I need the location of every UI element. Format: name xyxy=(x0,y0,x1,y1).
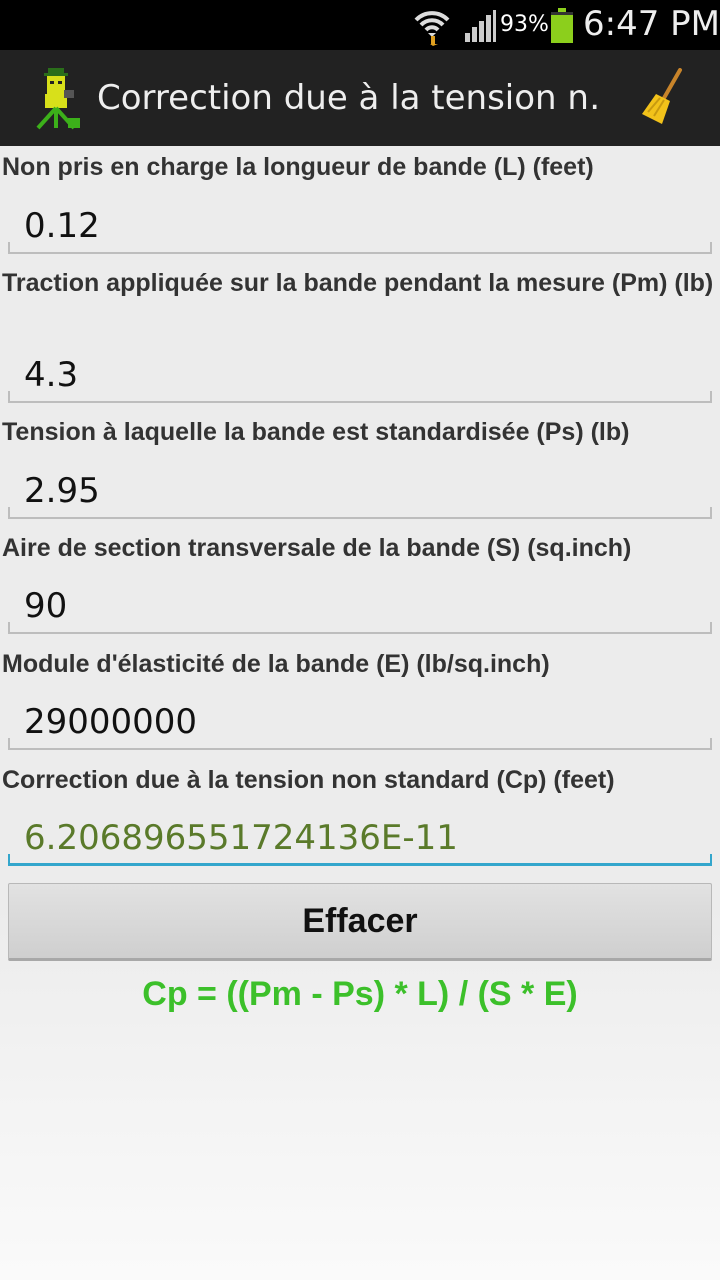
input-underline xyxy=(8,622,712,634)
pull-input[interactable]: 4.3 xyxy=(8,347,712,403)
clear-button[interactable]: Effacer xyxy=(8,883,712,961)
action-bar: Correction due à la tension n… xyxy=(0,50,720,146)
elasticity-value: 29000000 xyxy=(24,702,198,742)
broom-icon[interactable] xyxy=(640,68,688,128)
input-underline xyxy=(8,242,712,254)
input-underline xyxy=(8,391,712,403)
app-title: Correction due à la tension n… xyxy=(97,78,597,118)
standard-tension-input[interactable]: 2.95 xyxy=(8,463,712,519)
clock: 6:47 PM xyxy=(583,4,720,44)
section-area-input[interactable]: 90 xyxy=(8,578,712,634)
wifi-icon xyxy=(414,11,450,46)
status-bar: 93% 6:47 PM xyxy=(0,0,720,50)
signal-icon xyxy=(465,10,496,42)
elasticity-input[interactable]: 29000000 xyxy=(8,694,712,750)
app-logo-icon[interactable] xyxy=(32,68,82,130)
pull-value: 4.3 xyxy=(24,355,79,395)
label-standard-tension: Tension à laquelle la bande est standard… xyxy=(2,418,630,446)
correction-value: 6.206896551724136E-11 xyxy=(24,818,458,858)
length-value: 0.12 xyxy=(24,206,100,246)
label-pull: Traction appliquée sur la bande pendant … xyxy=(2,269,714,297)
input-underline xyxy=(8,507,712,519)
battery-percent: 93% xyxy=(500,12,549,37)
formula-text: Cp = ((Pm - Ps) * L) / (S * E) xyxy=(142,975,578,1013)
label-correction: Correction due à la tension non standard… xyxy=(2,766,615,794)
label-length: Non pris en charge la longueur de bande … xyxy=(2,153,594,181)
input-underline-focused xyxy=(8,854,712,866)
correction-result-field[interactable]: 6.206896551724136E-11 xyxy=(8,810,712,866)
length-input[interactable]: 0.12 xyxy=(8,198,712,254)
label-section-area: Aire de section transversale de la bande… xyxy=(2,534,632,562)
standard-tension-value: 2.95 xyxy=(24,471,100,511)
section-area-value: 90 xyxy=(24,586,68,626)
label-elasticity: Module d'élasticité de la bande (E) (lb/… xyxy=(2,650,550,678)
input-underline xyxy=(8,738,712,750)
battery-icon xyxy=(551,8,573,43)
